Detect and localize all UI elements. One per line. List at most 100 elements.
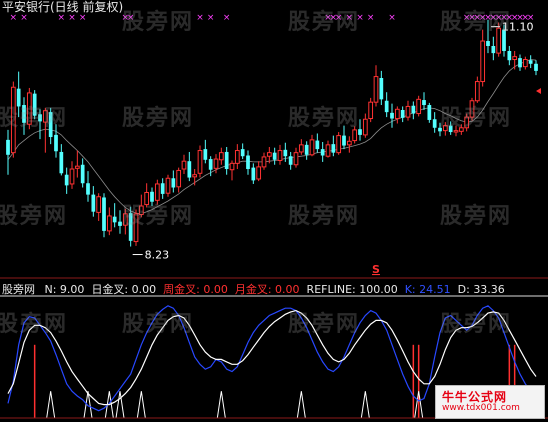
candle-body [160,183,165,194]
logo-url: www.tdx001.com [442,403,520,413]
candle-body [208,159,213,170]
candle-body [438,127,442,132]
candle-body [442,125,448,132]
candle-body [181,160,187,170]
candle-body [144,191,150,206]
indicator-param: 周金叉: 0.00 [163,283,228,296]
candle-body [405,105,411,118]
candle-body [432,119,437,128]
top-marker: × [223,13,231,23]
candle-body [342,135,346,146]
high-price-label: 11.10 [502,21,534,34]
candle-body [69,168,75,185]
candle-body [458,127,464,132]
candle-body [496,27,502,54]
candle-body [133,213,139,243]
indicator-bar: 股旁网 N: 9.00 日金叉: 0.00 周金叉: 0.00 月金叉: 0.00 RE… [2,281,512,297]
candle-body [379,78,384,100]
top-marker: × [20,13,28,23]
top-marker: × [58,13,66,23]
indicator-param: REFLINE: 100.00 [306,283,398,296]
candle-body [10,86,16,154]
candle-body [474,81,480,102]
candle-body [203,149,208,160]
candle-body [427,105,432,120]
candle-body [352,129,358,142]
candle-body [390,112,394,119]
chart-canvas[interactable]: × × × × × ×× × × × ××× × × × × ×××××××××××××8.2311.10S [0,0,548,422]
candle-body [138,205,144,216]
candle-body [234,150,240,164]
candle-body [197,150,203,174]
candle-body [453,130,459,133]
candle-body [469,100,475,118]
indicator-param: N: 9.00 [44,283,85,296]
candle-body [251,167,256,181]
candle-body [48,112,53,138]
candle-body [331,144,336,153]
candle-body [192,174,198,178]
top-marker: × [207,13,215,23]
candle-body [277,150,283,161]
candle-body [534,63,538,71]
candle-body [293,152,299,166]
top-marker: × [79,13,87,23]
candle-body [416,98,422,115]
top-marker: × [127,13,135,23]
candle-body [288,156,293,165]
candle-body [411,105,416,114]
candle-body [102,197,106,231]
candle-body [16,88,21,107]
candle-body [171,178,176,188]
candle-body [491,46,496,54]
candle-body [218,152,224,161]
top-marker: × [68,13,76,23]
indicator-param: 月金叉: 0.00 [234,283,300,296]
candle-body [309,139,315,156]
candle-body [336,135,342,154]
signal-spike [296,391,306,419]
candle-body [42,110,48,123]
candle-body [522,59,528,68]
candle-body [165,177,171,194]
candle-body [518,58,522,68]
indicator-params: N: 9.00 日金叉: 0.00 周金叉: 0.00 月金叉: 0.00 REFLIN… [45,283,512,296]
candle-body [26,92,32,125]
indicator-param: D: 33.36 [457,283,505,296]
candle-body [6,139,10,155]
top-marker: × [196,13,204,23]
candle-body [315,140,320,150]
candle-body [320,149,325,156]
top-marker: × [346,13,354,23]
candle-body [38,114,42,122]
candle-body [480,40,486,83]
candle-body [240,149,245,157]
top-marker: × [367,13,375,23]
candle-body [59,151,64,174]
candle-body [256,166,262,180]
s-signal-marker: S [372,263,380,276]
site-logo: 牛牛公式网 www.tdx001.com [435,385,545,419]
candle-body [346,140,352,146]
candle-body [22,105,26,123]
candle-body [394,108,400,120]
indicator-name: 股旁网 [2,283,35,296]
candle-body [298,144,304,153]
signal-spike [83,391,93,419]
candle-body [283,149,288,157]
candle-body [362,118,368,136]
candle-body [486,41,490,46]
low-price-label: 8.23 [145,249,170,262]
candle-body [176,169,182,188]
candle-body [86,183,90,195]
candle-body [422,100,426,106]
candle-body [224,151,229,170]
candle-body [187,161,192,178]
candle-body [80,164,85,184]
candle-body [150,191,154,202]
candle-body [154,183,160,201]
candle-body [106,215,112,232]
candle-body [304,144,309,155]
candle-body [128,213,133,241]
candle-body [528,60,533,64]
